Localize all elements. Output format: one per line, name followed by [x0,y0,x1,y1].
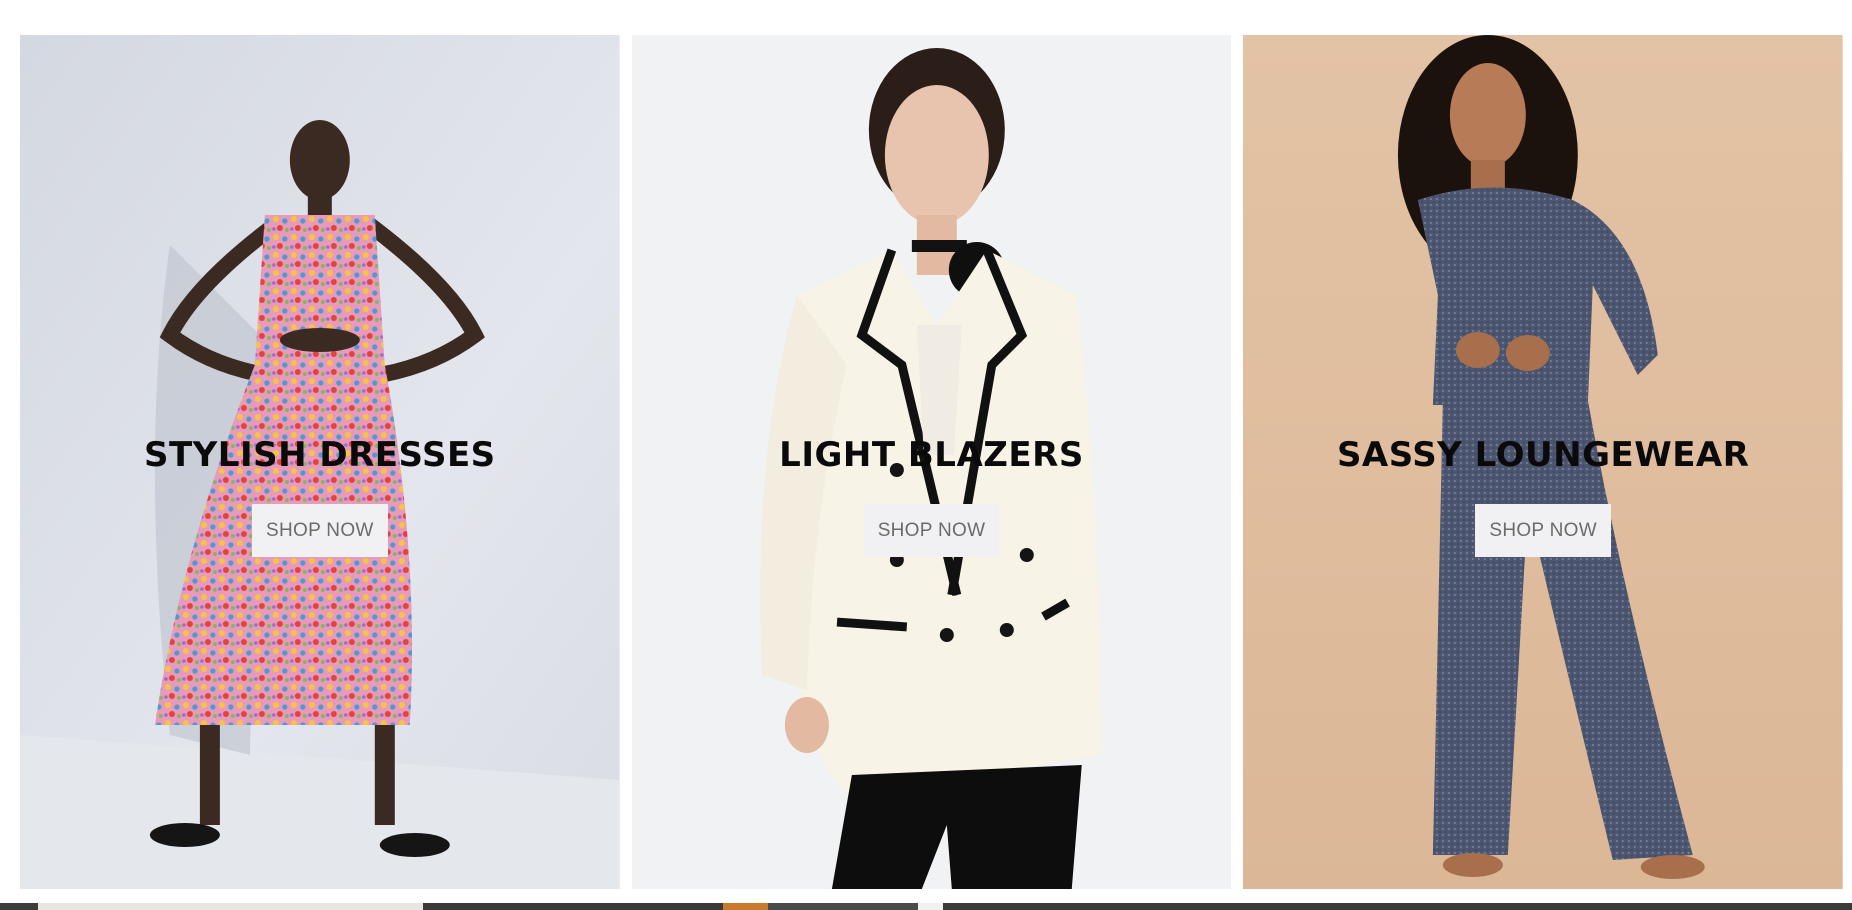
card-overlay: SASSY LOUNGEWEAR SHOP NOW [1243,435,1843,557]
category-title: SASSY LOUNGEWEAR [1336,435,1750,475]
category-grid: STYLISH DRESSES SHOP NOW LIGHT BLAZERS S… [20,35,1844,889]
shop-now-button[interactable]: SHOP NOW [1475,504,1611,557]
category-card-loungewear[interactable]: SASSY LOUNGEWEAR SHOP NOW [1243,35,1844,889]
shop-now-button[interactable]: SHOP NOW [252,504,388,557]
category-card-blazers[interactable]: LIGHT BLAZERS SHOP NOW [631,35,1232,889]
next-section-peek [0,903,1852,910]
category-title: STYLISH DRESSES [143,435,496,475]
shop-now-button[interactable]: SHOP NOW [863,504,1000,557]
category-card-dresses[interactable]: STYLISH DRESSES SHOP NOW [20,35,620,889]
category-banner-section: STYLISH DRESSES SHOP NOW LIGHT BLAZERS S… [0,0,1852,910]
card-overlay: LIGHT BLAZERS SHOP NOW [632,435,1232,557]
card-overlay: STYLISH DRESSES SHOP NOW [20,435,620,557]
category-title: LIGHT BLAZERS [779,435,1084,475]
